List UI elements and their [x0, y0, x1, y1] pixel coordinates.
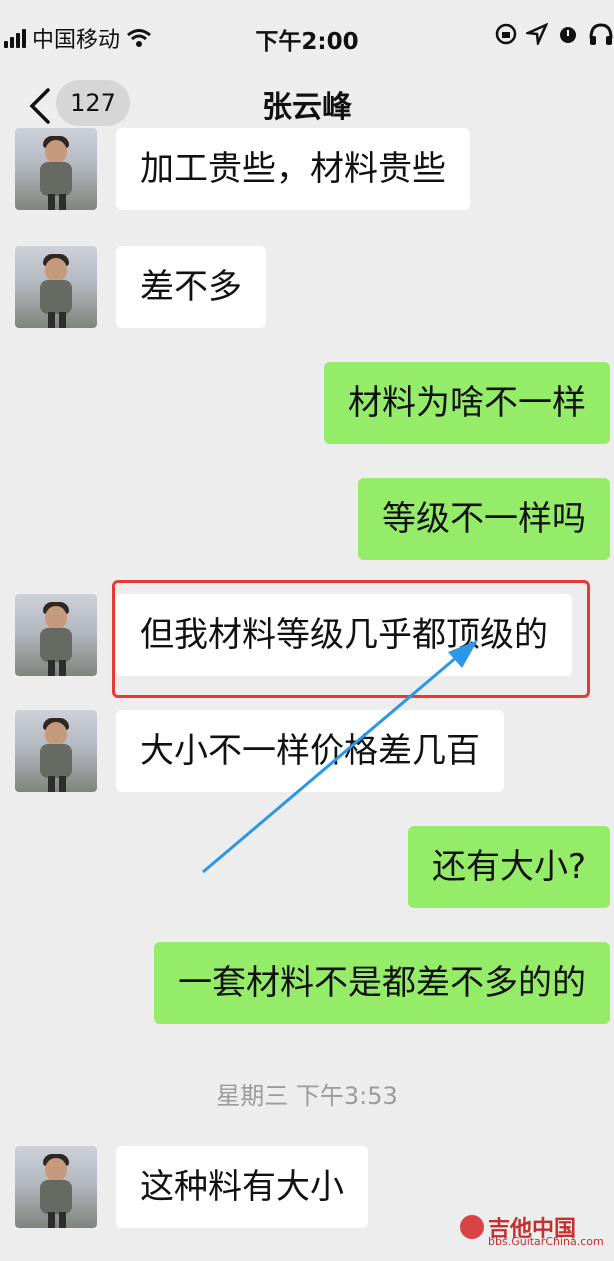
message-bubble-incoming[interactable]: 加工贵些，材料贵些 [116, 128, 470, 210]
avatar[interactable] [15, 1146, 97, 1228]
chat-area: 加工贵些，材料贵些 差不多 材料为啥不一样 等级不一样吗 但我材料等级几乎都顶级… [0, 128, 614, 1261]
guitar-logo-icon [460, 1215, 484, 1239]
watermark: 吉他中国 bbs.GuitarChina.com [460, 1211, 606, 1253]
avatar[interactable] [15, 246, 97, 328]
rotation-lock-icon [495, 23, 517, 45]
red-highlight-box [112, 580, 590, 698]
avatar[interactable] [15, 594, 97, 676]
avatar[interactable] [15, 710, 97, 792]
location-icon [526, 23, 548, 45]
status-icons [494, 22, 614, 46]
message-bubble-outgoing[interactable]: 等级不一样吗 [358, 478, 610, 560]
timestamp-separator: 星期三 下午3:53 [216, 1082, 398, 1110]
message-bubble-incoming[interactable]: 差不多 [116, 246, 266, 328]
headphones-icon [589, 23, 613, 45]
chat-title: 张云峰 [262, 90, 352, 125]
message-bubble-incoming[interactable]: 大小不一样价格差几百 [116, 710, 504, 792]
watermark-url: bbs.GuitarChina.com [488, 1235, 604, 1248]
message-bubble-outgoing[interactable]: 材料为啥不一样 [324, 362, 610, 444]
message-bubble-incoming[interactable]: 这种料有大小 [116, 1146, 368, 1228]
message-bubble-outgoing[interactable]: 一套材料不是都差不多的的 [154, 942, 610, 1024]
avatar[interactable] [15, 128, 97, 210]
message-bubble-outgoing[interactable]: 还有大小? [407, 826, 610, 908]
alarm-icon [560, 27, 576, 43]
status-bar: 中国移动 下午2:00 [0, 0, 614, 76]
